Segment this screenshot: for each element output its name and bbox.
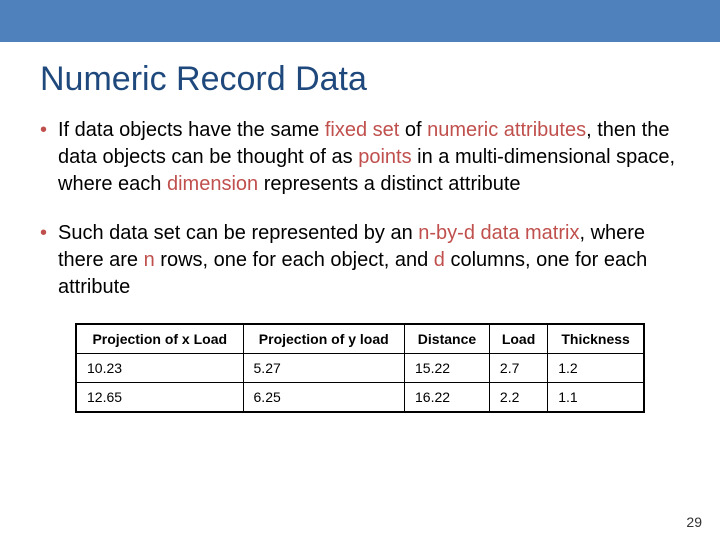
bullet-list: If data objects have the same fixed set … bbox=[40, 117, 680, 301]
table-cell: 6.25 bbox=[243, 383, 404, 413]
table-cell: 1.2 bbox=[548, 354, 644, 383]
text: Such data set can be represented by an bbox=[58, 222, 418, 244]
table-row: 10.23 5.27 15.22 2.7 1.2 bbox=[76, 354, 644, 383]
table-cell: 2.2 bbox=[489, 383, 547, 413]
table-row: 12.65 6.25 16.22 2.2 1.1 bbox=[76, 383, 644, 413]
table-cell: 16.22 bbox=[405, 383, 490, 413]
table-header: Projection of x Load bbox=[76, 324, 243, 354]
bullet-item: If data objects have the same fixed set … bbox=[40, 117, 680, 198]
data-matrix-table: Projection of x Load Projection of y loa… bbox=[75, 323, 645, 413]
table-header: Thickness bbox=[548, 324, 644, 354]
bullet-item: Such data set can be represented by an n… bbox=[40, 220, 680, 301]
page-number: 29 bbox=[686, 514, 702, 530]
highlight: n-by-d bbox=[418, 222, 475, 244]
highlight: fixed set bbox=[325, 119, 399, 141]
highlight: numeric attributes bbox=[427, 119, 586, 141]
table-cell: 1.1 bbox=[548, 383, 644, 413]
table-header: Projection of y load bbox=[243, 324, 404, 354]
table-header: Distance bbox=[405, 324, 490, 354]
slide-title: Numeric Record Data bbox=[40, 60, 680, 99]
highlight: n bbox=[144, 249, 155, 271]
table-cell: 2.7 bbox=[489, 354, 547, 383]
table-header-row: Projection of x Load Projection of y loa… bbox=[76, 324, 644, 354]
highlight: data matrix bbox=[481, 222, 580, 244]
highlight: points bbox=[358, 146, 411, 168]
highlight: d bbox=[434, 249, 445, 271]
table-cell: 15.22 bbox=[405, 354, 490, 383]
text: If data objects have the same bbox=[58, 119, 325, 141]
slide-body: Numeric Record Data If data objects have… bbox=[0, 42, 720, 413]
table-cell: 10.23 bbox=[76, 354, 243, 383]
table-cell: 12.65 bbox=[76, 383, 243, 413]
header-band bbox=[0, 0, 720, 42]
table-cell: 5.27 bbox=[243, 354, 404, 383]
text: represents a distinct attribute bbox=[258, 173, 520, 195]
table-header: Load bbox=[489, 324, 547, 354]
highlight: dimension bbox=[167, 173, 258, 195]
text: of bbox=[399, 119, 427, 141]
text: rows, one for each object, and bbox=[155, 249, 434, 271]
